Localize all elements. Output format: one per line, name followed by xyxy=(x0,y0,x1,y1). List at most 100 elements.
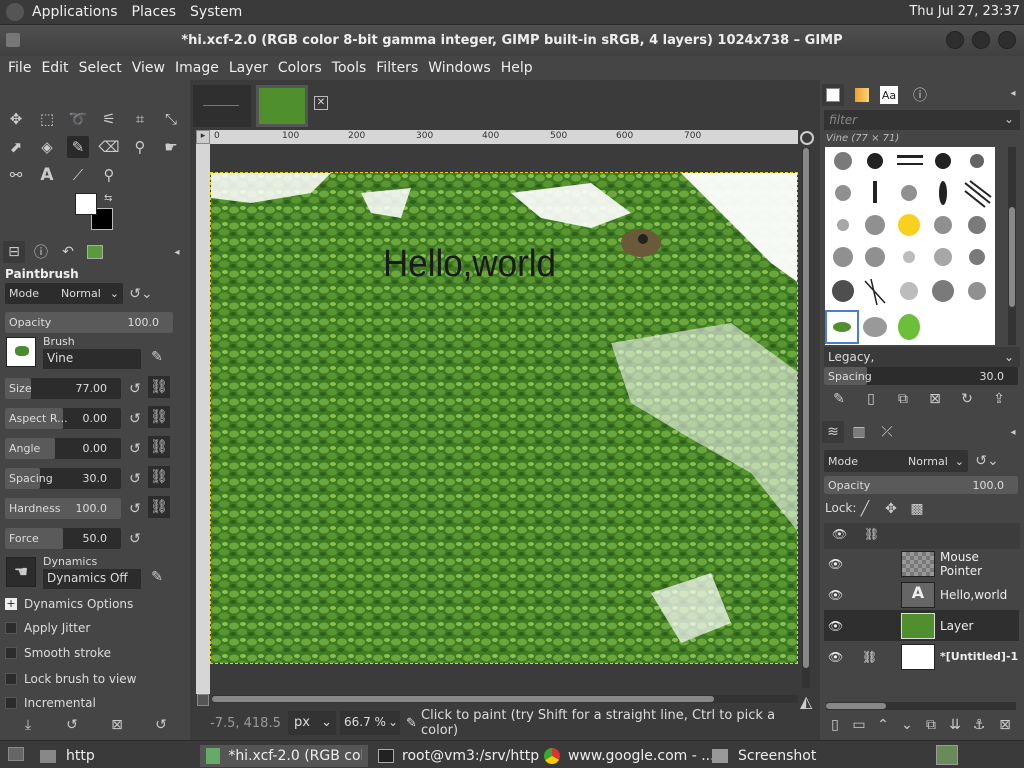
brush-grid[interactable] xyxy=(825,147,995,345)
lock-brush-checkbox[interactable]: Lock brush to view xyxy=(5,672,137,686)
transform-tool-icon[interactable]: ⤡ xyxy=(160,108,182,130)
menu-windows[interactable]: Windows xyxy=(428,60,491,76)
visibility-eye-icon[interactable]: 👁 xyxy=(828,588,843,602)
task-terminal[interactable]: root@vm3:/srv/http xyxy=(372,745,545,767)
tool-options-tab-icon[interactable]: ⊟ xyxy=(3,241,25,263)
layer-opacity-slider[interactable]: Opacity 100.0 xyxy=(824,476,1018,494)
warp-tool-icon[interactable]: ⬈ xyxy=(5,136,27,158)
brush-spacing-slider[interactable]: Spacing 30.0 xyxy=(824,367,1018,385)
layer-mode-select[interactable]: Mode Normal ⌄ xyxy=(824,450,968,472)
text-tool-icon[interactable]: A xyxy=(36,164,58,186)
force-slider[interactable]: Force 50.0 xyxy=(5,528,121,549)
menu-tools[interactable]: Tools xyxy=(332,60,367,76)
spacing-slider[interactable]: Spacing 30.0 xyxy=(5,468,121,489)
show-desktop-icon[interactable] xyxy=(8,747,24,761)
lower-layer-icon[interactable]: ⌄ xyxy=(896,714,918,736)
edit-dynamics-icon[interactable]: ✎ xyxy=(146,566,168,588)
rect-select-tool-icon[interactable]: ⬚ xyxy=(36,108,58,130)
bottom-left-corner-icon[interactable] xyxy=(197,694,209,706)
reset-hardness-icon[interactable]: ↺ xyxy=(124,498,146,520)
visibility-eye-icon[interactable]: 👁 xyxy=(828,650,843,664)
swap-colors-icon[interactable]: ⇆ xyxy=(104,193,112,204)
layer-row[interactable]: 👁 A Hello,world xyxy=(824,579,1019,610)
reset-force-icon[interactable]: ↺ xyxy=(124,528,146,550)
task-screenshot[interactable]: Screenshot xyxy=(706,745,822,767)
dock-menu-icon[interactable]: ◂ xyxy=(1002,421,1024,443)
clone-tool-icon[interactable]: ⚲ xyxy=(129,136,151,158)
brush-tag-select[interactable]: Legacy, ⌄ xyxy=(824,347,1020,367)
restore-tool-preset-icon[interactable]: ↺ xyxy=(61,714,83,736)
duplicate-brush-icon[interactable]: ⧉ xyxy=(892,388,914,410)
close-tab-icon[interactable]: ✕ xyxy=(314,96,328,110)
chevron-down-icon[interactable]: ⌄ xyxy=(1004,112,1014,126)
horizontal-scrollbar[interactable] xyxy=(212,695,798,703)
gradients-tab-icon[interactable] xyxy=(851,84,873,106)
bucket-fill-tool-icon[interactable]: ◈ xyxy=(36,136,58,158)
paintbrush-tool-icon[interactable]: ✎ xyxy=(67,136,89,158)
mode-select[interactable]: Mode Normal ⌄ xyxy=(5,283,123,304)
visibility-eye-icon[interactable]: 👁 xyxy=(828,557,843,571)
brush-filter-input[interactable]: filter ⌄ xyxy=(824,110,1020,130)
smooth-stroke-checkbox[interactable]: Smooth stroke xyxy=(5,646,111,660)
lock-position-icon[interactable]: ✥ xyxy=(880,498,902,520)
minimize-button[interactable] xyxy=(946,31,964,49)
lock-pixels-icon[interactable]: ╱ xyxy=(854,498,876,520)
fuzzy-select-tool-icon[interactable]: ⚟ xyxy=(98,108,120,130)
channels-tab-icon[interactable]: ▥ xyxy=(848,421,870,443)
system-menu[interactable]: System xyxy=(190,4,242,20)
menu-layer[interactable]: Layer xyxy=(229,60,268,76)
navigate-icon[interactable] xyxy=(800,131,814,145)
paths-tab-icon[interactable]: ⤫ xyxy=(876,421,898,443)
reset-aspect-icon[interactable]: ↺ xyxy=(124,408,146,430)
reset-tool-options-icon[interactable]: ↺ xyxy=(150,714,172,736)
size-slider[interactable]: Size 77.00 xyxy=(5,378,121,399)
new-layer-group-icon[interactable]: ▭ xyxy=(848,714,870,736)
hardness-slider[interactable]: Hardness 100.0 xyxy=(5,498,121,519)
applications-menu[interactable]: Applications xyxy=(32,4,118,20)
task-http[interactable]: http xyxy=(34,745,101,767)
zoom-select[interactable]: 66.7 % ⌄ xyxy=(340,711,400,735)
dock-menu-icon[interactable]: ◂ xyxy=(166,241,188,263)
menu-select[interactable]: Select xyxy=(79,60,122,76)
save-tool-preset-icon[interactable]: ⤓ xyxy=(17,714,39,736)
link-size-icon[interactable]: ⛓ xyxy=(148,376,170,398)
delete-tool-preset-icon[interactable]: ⊠ xyxy=(106,714,128,736)
undo-history-tab-icon[interactable]: ↶ xyxy=(57,241,79,263)
clock[interactable]: Thu Jul 27, 23:37 xyxy=(909,4,1020,19)
quick-mask-corner-icon[interactable]: ▸ xyxy=(196,130,210,144)
lasso-tool-icon[interactable]: ➰ xyxy=(67,108,89,130)
reset-size-icon[interactable]: ↺ xyxy=(124,378,146,400)
edit-brush-icon[interactable]: ✎ xyxy=(146,346,168,368)
reset-mode-icon[interactable]: ↺⌄ xyxy=(129,283,152,305)
menu-edit[interactable]: Edit xyxy=(41,60,68,76)
reset-spacing-icon[interactable]: ↺ xyxy=(124,468,146,490)
layer-row[interactable]: 👁 Mouse Pointer xyxy=(824,548,1019,579)
help-tab-icon[interactable]: ⓘ xyxy=(909,84,931,106)
move-tool-icon[interactable]: ✥ xyxy=(5,108,27,130)
angle-slider[interactable]: Angle 0.00 xyxy=(5,438,121,459)
image-canvas[interactable]: Hello,world xyxy=(210,172,798,664)
raise-layer-icon[interactable]: ⌃ xyxy=(872,714,894,736)
vertical-scrollbar[interactable] xyxy=(802,148,810,688)
dynamics-options-expander[interactable]: + Dynamics Options xyxy=(5,597,133,611)
color-picker-tool-icon[interactable]: ⟋ xyxy=(67,164,89,186)
zoom-tool-icon[interactable]: ⚲ xyxy=(98,164,120,186)
opacity-slider[interactable]: Opacity 100.0 xyxy=(5,312,173,333)
aspect-ratio-slider[interactable]: Aspect R... 0.00 xyxy=(5,408,121,429)
task-browser[interactable]: www.google.com - ... xyxy=(538,745,721,767)
foreground-color-swatch[interactable] xyxy=(75,193,97,215)
dynamics-preview[interactable]: ☚ xyxy=(6,557,36,587)
link-hardness-icon[interactable]: ⛓ xyxy=(148,496,170,518)
brush-preview[interactable] xyxy=(6,337,36,367)
duplicate-layer-icon[interactable]: ⧉ xyxy=(920,714,942,736)
layer-row[interactable]: 👁 ⛓ *[Untitled]-1.0 ( xyxy=(824,641,1019,672)
menu-colors[interactable]: Colors xyxy=(278,60,322,76)
merge-layer-icon[interactable]: ⇊ xyxy=(944,714,966,736)
image-tab-empty[interactable] xyxy=(193,85,251,127)
apply-jitter-checkbox[interactable]: Apply Jitter xyxy=(5,621,90,635)
eraser-tool-icon[interactable]: ⌫ xyxy=(98,136,120,158)
new-brush-icon[interactable]: ▯ xyxy=(860,388,882,410)
refresh-brushes-icon[interactable]: ↻ xyxy=(956,388,978,410)
delete-layer-icon[interactable]: ⊠ xyxy=(994,714,1016,736)
layers-tab-icon[interactable]: ≋ xyxy=(822,421,844,443)
